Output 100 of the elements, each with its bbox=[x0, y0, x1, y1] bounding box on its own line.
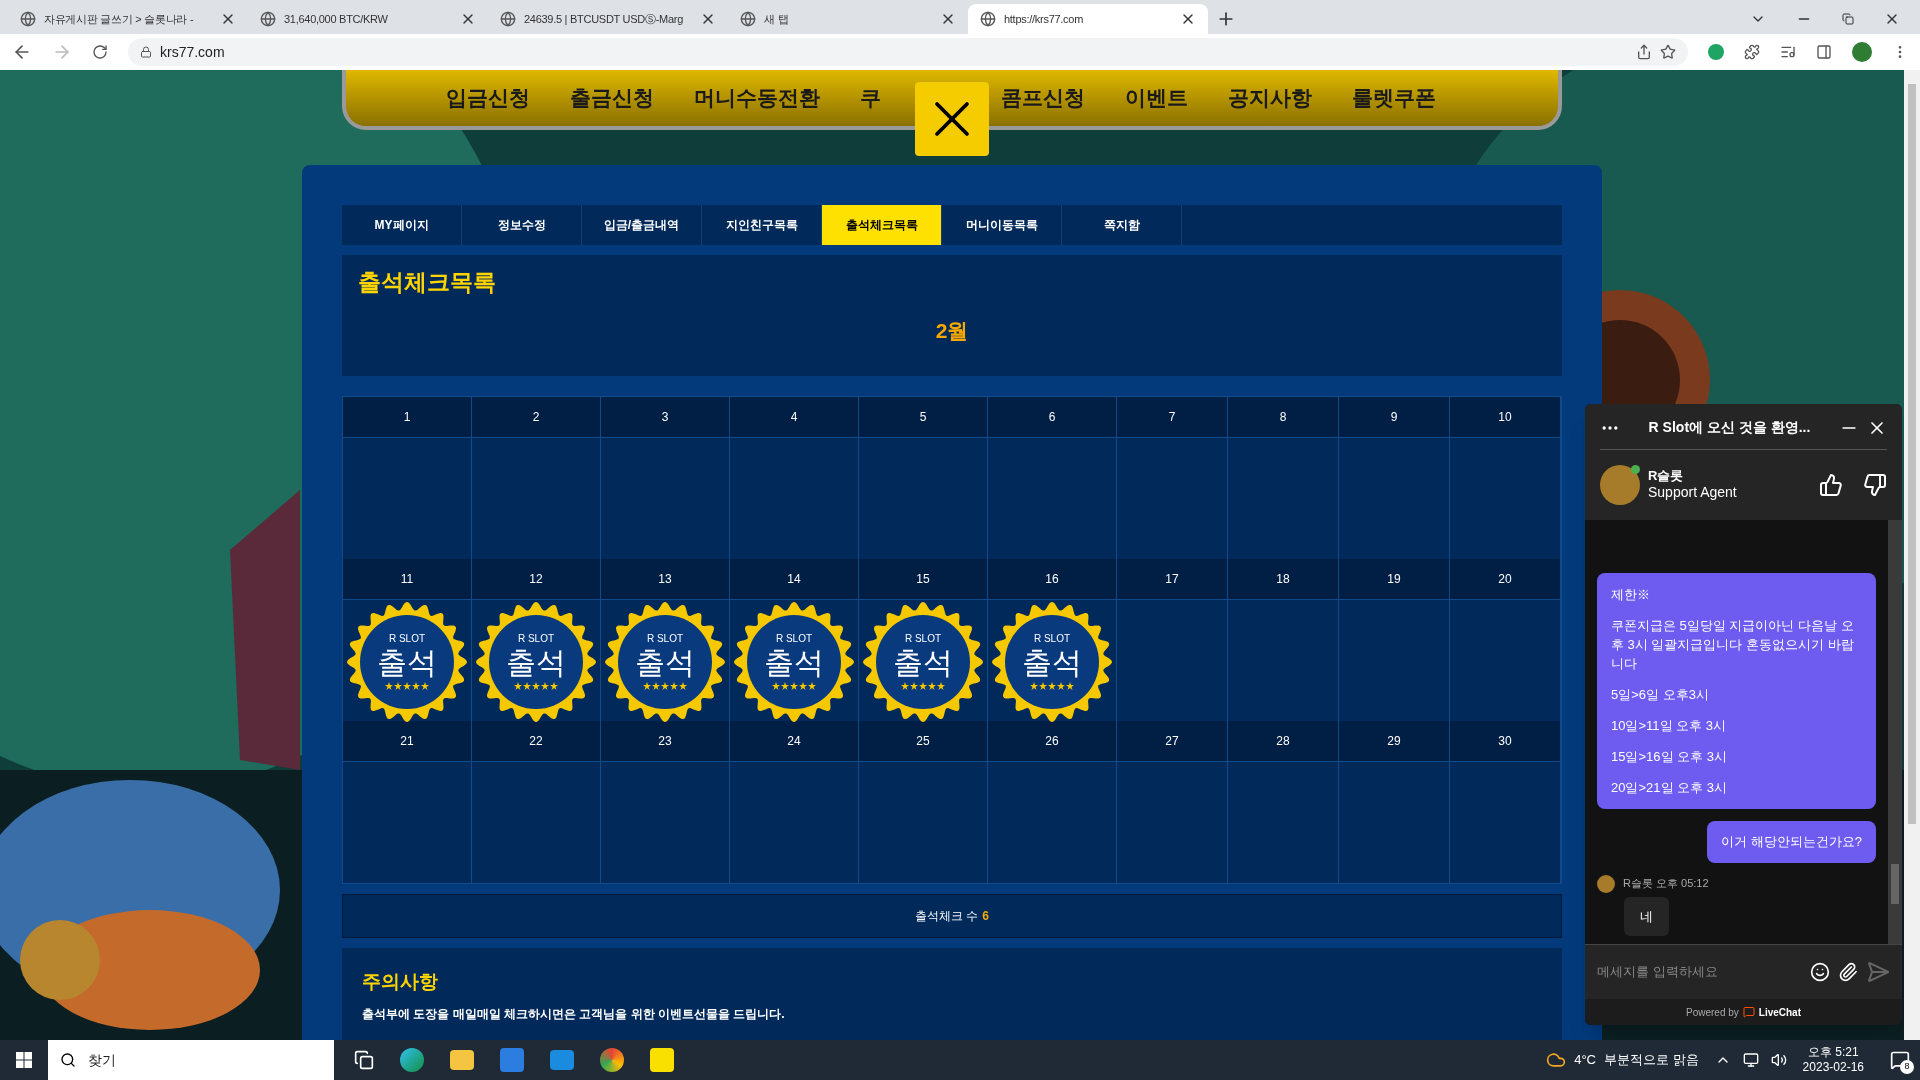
stamp-brand: R SLOT bbox=[904, 634, 942, 644]
agent-name: R슬롯 bbox=[1648, 468, 1685, 485]
edge-icon[interactable] bbox=[400, 1048, 424, 1072]
clock-time: 오후 5:21 bbox=[1807, 1045, 1859, 1060]
powered-by-text: Powered by bbox=[1685, 1005, 1739, 1020]
restore-icon[interactable] bbox=[1842, 13, 1854, 25]
nav-link[interactable]: 공지사항 bbox=[1228, 82, 1312, 114]
sub-tab[interactable]: 쪽지함 bbox=[1062, 205, 1182, 245]
stars-icon bbox=[1030, 682, 1074, 690]
stamp-label: 출석 bbox=[635, 648, 695, 678]
stars-icon bbox=[385, 682, 429, 690]
thumbs-up-icon[interactable] bbox=[1819, 473, 1843, 497]
chat-logo-icon bbox=[1742, 1006, 1755, 1018]
browser-tab[interactable]: 자유게시판 글쓰기 > 슬롯나라 - bbox=[8, 4, 248, 34]
stamp-brand: R SLOT bbox=[388, 634, 426, 644]
side-panel-icon[interactable] bbox=[1816, 44, 1832, 60]
taskbar-search-input[interactable]: 찾기 bbox=[88, 1049, 322, 1071]
page-title: 출석체크목록 bbox=[358, 268, 497, 297]
lock-icon bbox=[140, 46, 152, 58]
temperature: 4°C bbox=[1574, 1051, 1596, 1070]
browser-tab[interactable]: https://krs77.com bbox=[968, 4, 1208, 34]
notice-text: 출석부에 도장을 매일매일 체크하시면은 고객님을 위한 이벤트선물을 드립니다. bbox=[362, 1005, 786, 1023]
stamp-label: 출석 bbox=[1022, 648, 1082, 678]
notification-count: 8 bbox=[1900, 1060, 1914, 1074]
page-scrollbar[interactable] bbox=[1904, 70, 1920, 1040]
message-text: 이거 해당안되는건가요? bbox=[1721, 833, 1862, 851]
nav-link[interactable]: 출금신청 bbox=[570, 82, 654, 114]
tab-favicon-icon bbox=[980, 11, 996, 27]
nav-link[interactable]: 콤프신청 bbox=[1001, 82, 1085, 114]
scrollbar[interactable] bbox=[1888, 520, 1902, 944]
address-bar[interactable]: krs77.com bbox=[128, 38, 1688, 66]
sub-tab[interactable]: 머니이동목록 bbox=[942, 205, 1062, 245]
stars-icon bbox=[514, 682, 558, 690]
network-icon[interactable] bbox=[1742, 1052, 1759, 1068]
agent-role: Support Agent bbox=[1648, 484, 1738, 502]
chrome-icon[interactable] bbox=[600, 1048, 624, 1072]
url-text: krs77.com bbox=[160, 42, 226, 62]
sub-tab[interactable]: 입금/출금내역 bbox=[582, 205, 702, 245]
sub-tab[interactable]: 정보수정 bbox=[462, 205, 582, 245]
windows-logo-icon[interactable] bbox=[16, 1052, 32, 1068]
reload-icon[interactable] bbox=[92, 44, 108, 60]
weather-text: 부분적으로 맑음 bbox=[1604, 1051, 1699, 1070]
message-text: 20일>21일 오후 3시 bbox=[1611, 779, 1728, 797]
browser-tab[interactable]: 31,640,000 BTC/KRW bbox=[248, 4, 488, 34]
stamp-brand: R SLOT bbox=[775, 634, 813, 644]
nav-link[interactable]: 쿠 bbox=[860, 82, 881, 114]
tab-favicon-icon bbox=[740, 11, 756, 27]
nav-link[interactable]: 입금신청 bbox=[446, 82, 530, 114]
stamp-label: 출석 bbox=[506, 648, 566, 678]
stamp-brand: R SLOT bbox=[517, 634, 555, 644]
send-icon[interactable] bbox=[1866, 960, 1890, 984]
brand-name: LiveChat bbox=[1758, 1005, 1801, 1020]
tab-title: https://krs77.com bbox=[1004, 11, 1085, 27]
nav-link[interactable]: 머니수동전환 bbox=[694, 82, 820, 114]
chat-title: R Slot에 오신 것을 환영... bbox=[1647, 418, 1812, 437]
sub-tab[interactable]: MY페이지 bbox=[342, 205, 462, 245]
nav-link[interactable]: 룰렛쿠폰 bbox=[1352, 82, 1436, 114]
message-meta: R슬롯 오후 05:12 bbox=[1623, 876, 1709, 892]
stamp-label: 출석 bbox=[893, 648, 953, 678]
share-icon[interactable] bbox=[1636, 44, 1652, 60]
taskbar-search[interactable]: 찾기 bbox=[48, 1040, 334, 1080]
folder-icon[interactable] bbox=[450, 1050, 474, 1070]
task-view-icon[interactable] bbox=[354, 1050, 374, 1070]
tab-title: 31,640,000 BTC/KRW bbox=[284, 11, 389, 27]
message-text: 제한※ bbox=[1611, 586, 1651, 604]
search-icon bbox=[60, 1052, 76, 1068]
profile-avatar[interactable] bbox=[1852, 42, 1872, 62]
bookmark-icon[interactable] bbox=[1660, 44, 1676, 60]
emoji-icon[interactable] bbox=[1810, 962, 1830, 982]
tab-favicon-icon bbox=[500, 11, 516, 27]
volume-icon[interactable] bbox=[1770, 1052, 1787, 1068]
message-text: 5일>6일 오후3시 bbox=[1611, 686, 1710, 704]
tab-title: 새 탭 bbox=[764, 11, 790, 27]
tab-title: 24639.5 | BTCUSDT USDⓈ-Marg bbox=[524, 11, 685, 27]
notice-title: 주의사항 bbox=[362, 970, 439, 994]
tab-favicon-icon bbox=[20, 11, 36, 27]
tab-title: 자유게시판 글쓰기 > 슬롯나라 - bbox=[44, 11, 195, 27]
stamp-label: 출석 bbox=[377, 648, 437, 678]
stamp-brand: R SLOT bbox=[1033, 634, 1071, 644]
extension-icon[interactable] bbox=[1708, 44, 1724, 60]
close-button[interactable] bbox=[915, 82, 989, 156]
weather-icon bbox=[1546, 1050, 1567, 1070]
attachment-icon[interactable] bbox=[1838, 962, 1858, 982]
browser-tab[interactable]: 24639.5 | BTCUSDT USDⓈ-Marg bbox=[488, 4, 728, 34]
clock-date: 2023-02-16 bbox=[1802, 1060, 1864, 1075]
extensions-icon[interactable] bbox=[1744, 44, 1760, 60]
count-value: 6 bbox=[982, 908, 989, 925]
message-text: 10일>11일 오후 3시 bbox=[1611, 717, 1727, 735]
count-label: 출석체크 수 bbox=[915, 908, 979, 925]
browser-tab[interactable]: 새 탭 bbox=[728, 4, 968, 34]
nav-link[interactable]: 이벤트 bbox=[1125, 82, 1188, 114]
agent-avatar bbox=[1597, 874, 1615, 893]
stars-icon bbox=[643, 682, 687, 690]
sub-tab[interactable]: 출석체크목록 bbox=[822, 205, 942, 245]
stamp-label: 출석 bbox=[764, 648, 824, 678]
thumbs-down-icon[interactable] bbox=[1863, 473, 1887, 497]
media-icon[interactable] bbox=[1780, 44, 1796, 60]
notification-button[interactable]: 8 bbox=[1880, 1040, 1920, 1080]
stars-icon bbox=[901, 682, 945, 690]
mail-icon[interactable] bbox=[550, 1050, 574, 1070]
